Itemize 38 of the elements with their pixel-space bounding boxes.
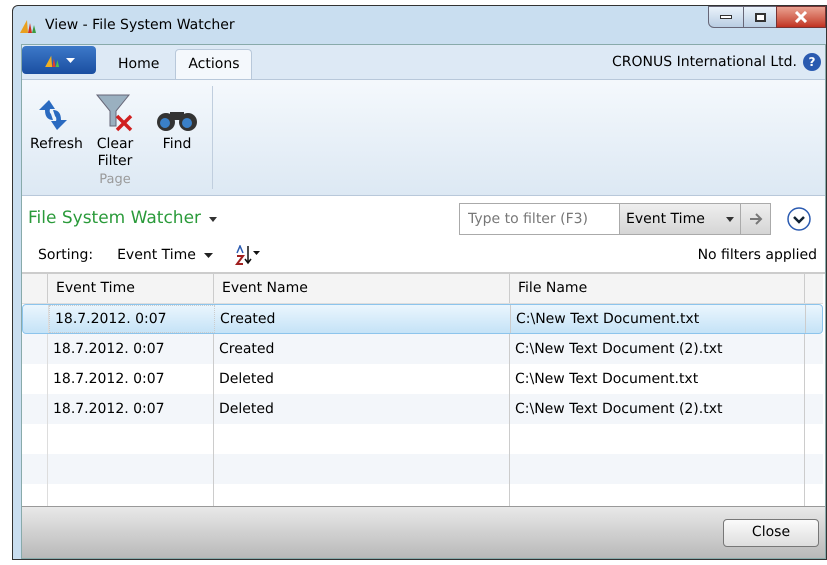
minimize-button[interactable] [708, 6, 744, 28]
column-header[interactable]: File Name [510, 274, 805, 303]
table-cell: C:\New Text Document.txt [511, 305, 806, 333]
filter-field[interactable]: Type to filter (F3) [459, 203, 620, 235]
column-header[interactable]: Event Time [48, 274, 214, 303]
close-button[interactable]: Close [723, 518, 819, 546]
filter-field-dropdown[interactable]: Event Time [620, 203, 740, 235]
company-name: CRONUS International Ltd. [612, 52, 797, 72]
app-logo-icon [44, 53, 62, 67]
filter-status: No filters applied [698, 246, 817, 264]
expand-icon[interactable] [787, 207, 811, 231]
arrow-right-icon [748, 213, 762, 225]
sorting-label: Sorting: [38, 246, 94, 264]
ribbon-tab[interactable]: Home [102, 49, 176, 79]
maximize-button[interactable] [744, 6, 776, 28]
column-header[interactable]: Event Name [214, 274, 510, 303]
sorting-dropdown[interactable]: Event Time [117, 244, 213, 266]
ribbon-tab[interactable]: Actions [175, 49, 252, 79]
ribbon-button[interactable]: Refresh [22, 86, 84, 153]
page-title[interactable]: File System Watcher [28, 206, 202, 232]
close-icon[interactable] [776, 6, 826, 28]
ribbon-button[interactable]: Clear Filter [84, 86, 146, 170]
ribbon-button[interactable]: Find [146, 86, 208, 153]
window-title: View - File System Watcher [45, 16, 235, 34]
group-label: Page [99, 171, 131, 189]
table-row[interactable]: 18.7.2012. 0:07 Deleted C:\New Text Document (2).txt [22, 394, 823, 424]
table-cell: Created [215, 305, 511, 333]
table-row[interactable]: 18.7.2012. 0:07 Created C:\New Text Document (2).txt [22, 334, 823, 364]
caret-icon [66, 58, 74, 62]
caret-icon[interactable] [209, 216, 218, 222]
apply-filter-button[interactable] [740, 203, 771, 235]
caret-icon [204, 252, 213, 258]
help-icon[interactable]: ? [803, 53, 821, 71]
clear-filter-icon [95, 92, 135, 132]
table-cell: 18.7.2012. 0:07 [49, 305, 215, 333]
caret-icon [726, 216, 734, 222]
app-menu-button[interactable] [22, 46, 96, 74]
table-row[interactable]: 18.7.2012. 0:07 Created C:\New Text Document.txt [22, 304, 823, 334]
